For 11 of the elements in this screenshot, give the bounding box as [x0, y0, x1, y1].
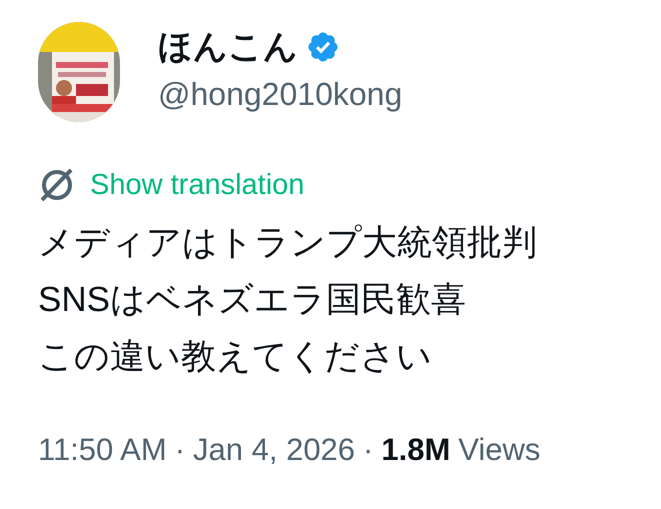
post-text-line: SNSはベネズエラ国民歓喜: [38, 279, 467, 321]
views-label: Views: [457, 431, 540, 469]
separator-dot: ·: [174, 431, 186, 469]
user-handle[interactable]: @hong2010kong: [158, 72, 402, 116]
separator-dot: ·: [362, 431, 374, 469]
post-time[interactable]: 11:50 AM: [38, 429, 167, 471]
view-count: 1.8M: [381, 431, 450, 469]
post-text-line: メディアはトランプ大統領批判: [38, 222, 538, 264]
post-date[interactable]: Jan 4, 2026: [193, 429, 356, 471]
post-text-line: この違い教えてください: [38, 336, 433, 378]
display-name[interactable]: ほんこん: [158, 26, 298, 68]
